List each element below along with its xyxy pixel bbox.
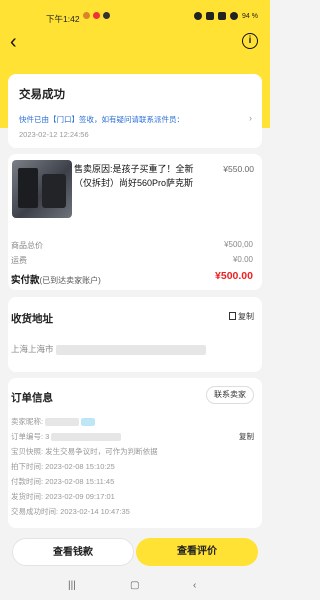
shipped-time-row: 发货时间: 2023-02-09 09:17:01 [11, 492, 115, 501]
copy-icon [229, 312, 236, 320]
product-thumbnail[interactable] [12, 160, 72, 218]
address-redacted [55, 344, 206, 355]
paid-row: 实付款(已到达卖家账户) ¥500.00 [11, 270, 259, 286]
logistics-time: 2023-02-12 12:24:56 [19, 130, 89, 139]
order-status-title: 交易成功 [19, 89, 65, 101]
goods-total-value: ¥500,00 [224, 240, 253, 249]
info-icon[interactable]: i [242, 33, 258, 49]
seller-badge [81, 418, 96, 427]
copy-order-number-button[interactable]: 复制 [239, 431, 254, 442]
shipping-label: 运费 [11, 256, 27, 265]
order-status-card: 交易成功 快件已由【门口】签收，如有疑问请联系派件员： › 2023-02-12… [8, 74, 262, 148]
paid-value: ¥500.00 [215, 270, 253, 282]
address-title: 收货地址 [11, 313, 53, 325]
recents-icon[interactable]: ||| [68, 580, 76, 591]
app-notification-icon [103, 12, 110, 19]
system-icons: 94 % [194, 12, 258, 20]
status-time: 下午1:42 [46, 14, 80, 24]
snapshot-row[interactable]: 宝贝快照: 发生交易争议时，可作为判断依据 [11, 446, 158, 457]
action-bar: 查看钱款 查看评价 [0, 534, 270, 574]
goods-card: 售卖原因:是孩子买重了！全新（仅拆封）尚好560Pro萨克斯 ¥550.00 商… [8, 154, 262, 290]
copy-label: 复制 [238, 312, 254, 321]
back-nav-icon[interactable]: ‹ [193, 580, 196, 591]
app-notification-icon [93, 12, 100, 19]
back-arrow-icon[interactable]: ‹ [10, 32, 30, 52]
paid-label: 实付款 [11, 275, 40, 286]
battery-level: 94 % [242, 12, 258, 20]
completed-time-row: 交易成功时间: 2023-02-14 10:47:35 [11, 507, 130, 516]
placed-time-row: 拍下时间: 2023-02-08 15:10:25 [11, 462, 115, 471]
top-nav: ‹ i [0, 30, 270, 54]
notification-icons [83, 12, 110, 19]
home-icon[interactable]: ▢ [130, 580, 139, 591]
paid-time-row: 付款时间: 2023-02-08 15:11:45 [11, 477, 115, 486]
product-title[interactable]: 售卖原因:是孩子买重了！全新（仅拆封）尚好560Pro萨克斯 [74, 162, 206, 190]
address-card: 收货地址 复制 上海上海市 [8, 297, 262, 372]
seller-redacted [45, 418, 80, 427]
copy-address-button[interactable]: 复制 [229, 311, 254, 322]
shipping-value: ¥0.00 [232, 255, 253, 264]
goods-total-label: 商品总价 [11, 241, 43, 250]
seller-nickname-label: 卖家昵称: [11, 417, 44, 426]
dnd-icon [194, 12, 203, 20]
chevron-right-icon[interactable]: › [249, 113, 252, 123]
app-notification-icon [83, 12, 90, 19]
product-price: ¥550.00 [223, 164, 254, 174]
status-bar: 下午1:42 94 % [0, 0, 270, 34]
contact-seller-button[interactable]: 联系卖家 [206, 386, 254, 404]
signal-icon [218, 12, 227, 20]
address-line: 上海上海市 [11, 343, 206, 355]
wifi-icon [230, 12, 239, 20]
address-text: 上海上海市 [11, 344, 54, 354]
bluetooth-icon [206, 12, 215, 20]
order-info-title: 订单信息 [11, 392, 53, 404]
seller-nickname-row: 卖家昵称: [11, 416, 96, 427]
order-number-row: 订单编号: 3 [11, 431, 122, 442]
view-money-button[interactable]: 查看钱款 [12, 538, 134, 566]
goods-total-row: 商品总价 ¥500,00 [11, 240, 259, 251]
logistics-message[interactable]: 快件已由【门口】签收，如有疑问请联系派件员： [19, 114, 249, 125]
paid-sub-label: (已到达卖家账户) [39, 276, 101, 285]
order-info-card: 订单信息 联系卖家 卖家昵称: 订单编号: 3 复制 宝贝快照: 发生交易争议时… [8, 378, 262, 528]
view-review-button[interactable]: 查看评价 [136, 538, 258, 566]
order-number-label: 订单编号: 3 [11, 432, 50, 441]
order-number-redacted [51, 433, 122, 442]
system-nav-bar: ||| ▢ ‹ [0, 574, 270, 600]
shipping-row: 运费 ¥0.00 [11, 255, 259, 266]
